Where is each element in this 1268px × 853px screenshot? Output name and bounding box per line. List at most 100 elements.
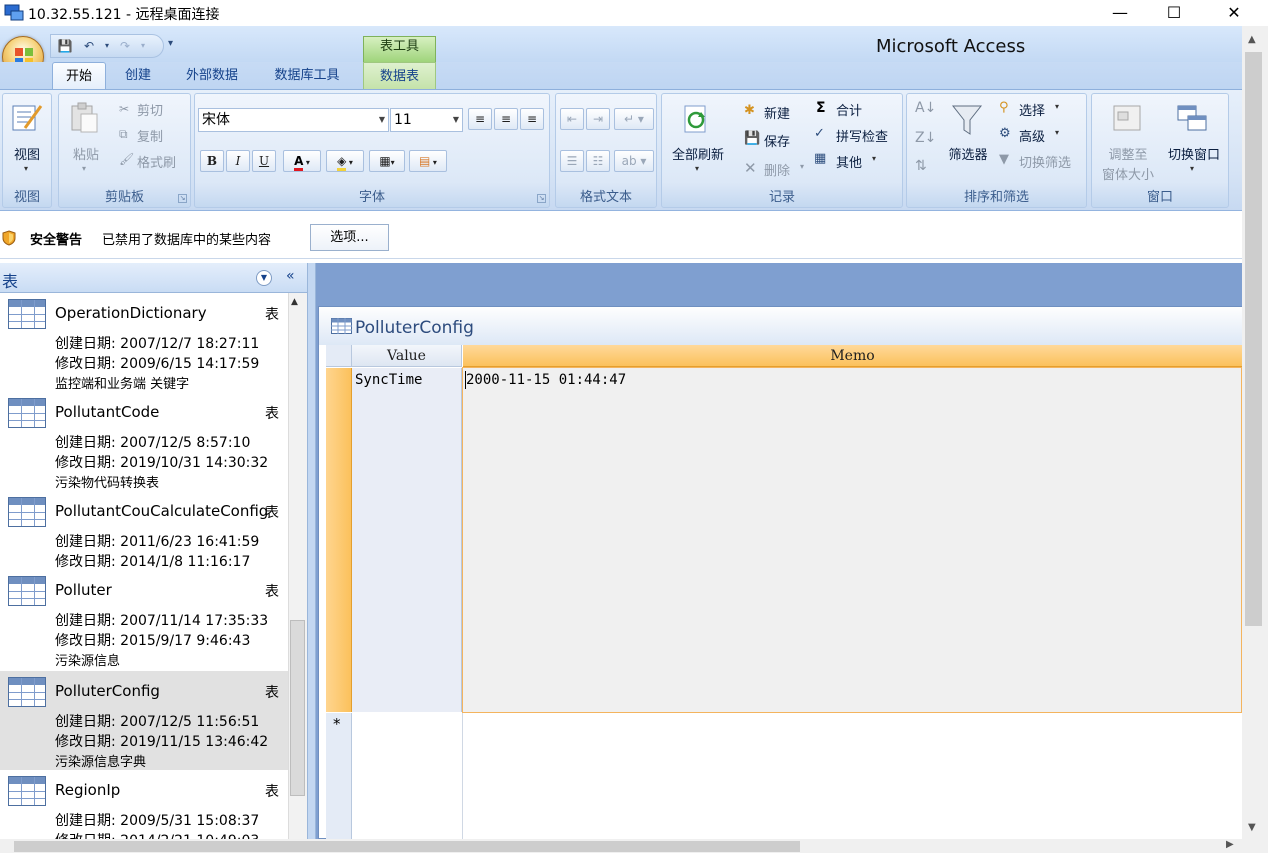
minimize-button[interactable]: —: [1098, 0, 1142, 26]
alternate-fill-button[interactable]: ▤ ▾: [409, 150, 447, 172]
redo-icon[interactable]: ↷: [117, 38, 133, 54]
select-all-corner[interactable]: [326, 345, 352, 367]
scroll-right-icon[interactable]: ▶: [1226, 839, 1234, 850]
font-name-combo[interactable]: 宋体 ▼: [198, 108, 389, 132]
window-vertical-scrollbar-thumb[interactable]: [1245, 52, 1262, 626]
nav-item-pollutantcoucalculateconfig[interactable]: PollutantCouCalculateConfig 表 创建日期: 2011…: [0, 491, 288, 570]
tab-home[interactable]: 开始: [52, 62, 106, 90]
selection-dropdown-icon[interactable]: ▾: [1055, 102, 1059, 111]
nav-item-regionip[interactable]: RegionIp 表 创建日期: 2009/5/31 15:08:37 修改日期…: [0, 770, 288, 839]
chevron-down-icon: ▾: [390, 158, 395, 167]
fill-color-button[interactable]: ◈ ▾: [326, 150, 364, 172]
refresh-dropdown-icon[interactable]: ▾: [695, 164, 699, 173]
numbering-button[interactable]: ☰: [560, 150, 584, 172]
bullets-button[interactable]: ☷: [586, 150, 610, 172]
nav-scrollbar-thumb[interactable]: [290, 620, 305, 796]
underline-button[interactable]: U: [252, 150, 276, 172]
group-rich-text: ⇤ ⇥ ↵ ▾ ☰ ☷ ab ▾ 格式文本: [555, 93, 657, 208]
spelling-button[interactable]: 拼写检查: [836, 126, 888, 145]
nav-item-modified: 修改日期: 2015/9/17 9:46:43: [55, 633, 251, 649]
totals-button[interactable]: 合计: [836, 100, 862, 119]
delete-button[interactable]: 删除: [764, 160, 790, 179]
nav-item-polluter[interactable]: Polluter 表 创建日期: 2007/11/14 17:35:33 修改日…: [0, 570, 288, 669]
nav-item-pollutantcode[interactable]: PollutantCode 表 创建日期: 2007/12/5 8:57:10 …: [0, 392, 288, 491]
align-left-button[interactable]: ≡: [468, 108, 492, 130]
undo-dropdown-icon[interactable]: ▾: [99, 38, 115, 54]
nav-item-operationdictionary[interactable]: OperationDictionary 表 创建日期: 2007/12/7 18…: [0, 293, 288, 392]
switch-windows-dropdown-icon[interactable]: ▾: [1190, 164, 1194, 173]
font-color-icon: A: [294, 154, 304, 171]
format-painter-button[interactable]: 格式刷: [137, 152, 176, 171]
security-options-button[interactable]: 选项...: [310, 224, 389, 251]
size-to-fit-line2[interactable]: 窗体大小: [1096, 164, 1160, 183]
cell-memo[interactable]: [462, 367, 1242, 713]
table-icon: [8, 497, 46, 527]
sort-ascending-icon[interactable]: A↓: [915, 100, 936, 116]
tab-external-data[interactable]: 外部数据: [176, 62, 248, 90]
size-to-fit-line1[interactable]: 调整至: [1096, 144, 1160, 163]
nav-pane-splitter[interactable]: [307, 263, 316, 839]
new-record-button[interactable]: 新建: [764, 103, 790, 122]
filter-button[interactable]: 筛选器: [945, 144, 991, 163]
scroll-up-icon[interactable]: ▲: [291, 297, 298, 307]
text-cursor: [465, 371, 466, 389]
redo-dropdown-icon[interactable]: ▾: [135, 38, 151, 54]
nav-pane-title[interactable]: 表: [2, 268, 18, 292]
highlight-button[interactable]: ab ▾: [614, 150, 654, 172]
view-dropdown-icon[interactable]: ▾: [24, 164, 28, 173]
decrease-indent-button[interactable]: ⇤: [560, 108, 584, 130]
cell-value[interactable]: [352, 368, 462, 712]
undo-icon[interactable]: ↶: [81, 38, 97, 54]
nav-item-name: OperationDictionary: [55, 304, 207, 322]
close-button[interactable]: ✕: [1212, 0, 1256, 26]
app-title: Microsoft Access: [876, 36, 1026, 57]
cut-button[interactable]: 剪切: [137, 100, 163, 119]
clipboard-launcher-icon[interactable]: ↘: [178, 194, 187, 203]
selection-button[interactable]: 选择: [1019, 100, 1045, 119]
paste-dropdown-icon[interactable]: ▾: [82, 164, 86, 173]
nav-item-name: PolluterConfig: [55, 682, 160, 700]
italic-button[interactable]: I: [226, 150, 250, 172]
row-selector[interactable]: [326, 368, 352, 712]
tab-datasheet[interactable]: 数据表: [363, 62, 436, 90]
switch-windows-button[interactable]: 切换窗口: [1160, 144, 1228, 163]
paste-button[interactable]: 粘贴: [67, 144, 105, 163]
more-button[interactable]: 其他: [836, 152, 862, 171]
gridlines-button[interactable]: ▦▾: [369, 150, 405, 172]
view-button[interactable]: 视图: [3, 144, 51, 163]
maximize-button[interactable]: ☐: [1152, 0, 1196, 26]
column-header-memo[interactable]: Memo: [463, 345, 1242, 367]
font-launcher-icon[interactable]: ↘: [537, 194, 546, 203]
bold-button[interactable]: B: [200, 150, 224, 172]
increase-indent-button[interactable]: ⇥: [586, 108, 610, 130]
copy-button[interactable]: 复制: [137, 126, 163, 145]
scroll-down-icon[interactable]: ▼: [1248, 822, 1256, 833]
align-center-button[interactable]: ≡: [494, 108, 518, 130]
chevron-down-icon: ▾: [303, 158, 310, 167]
nav-item-polluterconfig[interactable]: PolluterConfig 表 创建日期: 2007/12/5 11:56:5…: [0, 671, 288, 770]
align-right-button[interactable]: ≡: [520, 108, 544, 130]
font-color-button[interactable]: A ▾: [283, 150, 321, 172]
new-row-cell[interactable]: [352, 713, 463, 839]
tab-database-tools[interactable]: 数据库工具: [262, 62, 352, 90]
window-horizontal-scrollbar-thumb[interactable]: [14, 841, 800, 852]
nav-collapse-icon[interactable]: «: [286, 268, 295, 284]
delete-dropdown-icon[interactable]: ▾: [800, 162, 804, 171]
scroll-up-icon[interactable]: ▲: [1248, 34, 1256, 45]
font-size-combo[interactable]: 11 ▼: [390, 108, 463, 132]
advanced-dropdown-icon[interactable]: ▾: [1055, 128, 1059, 137]
column-header-value[interactable]: Value: [352, 345, 462, 367]
more-dropdown-icon[interactable]: ▾: [872, 154, 876, 163]
save-icon[interactable]: 💾: [57, 38, 73, 54]
clear-sort-icon[interactable]: ⇅: [915, 158, 927, 174]
toggle-filter-button[interactable]: 切换筛选: [1019, 152, 1071, 171]
paragraph-direction-button[interactable]: ↵ ▾: [614, 108, 654, 130]
customize-qat-icon[interactable]: ▾: [168, 38, 173, 49]
nav-menu-chevron-icon[interactable]: ▼: [256, 270, 272, 286]
refresh-all-button[interactable]: 全部刷新: [666, 144, 730, 163]
save-record-button[interactable]: 保存: [764, 131, 790, 150]
nav-item-type: 表: [265, 584, 279, 600]
advanced-button[interactable]: 高级: [1019, 126, 1045, 145]
tab-create[interactable]: 创建: [114, 62, 162, 90]
sort-descending-icon[interactable]: Z↓: [915, 130, 936, 146]
